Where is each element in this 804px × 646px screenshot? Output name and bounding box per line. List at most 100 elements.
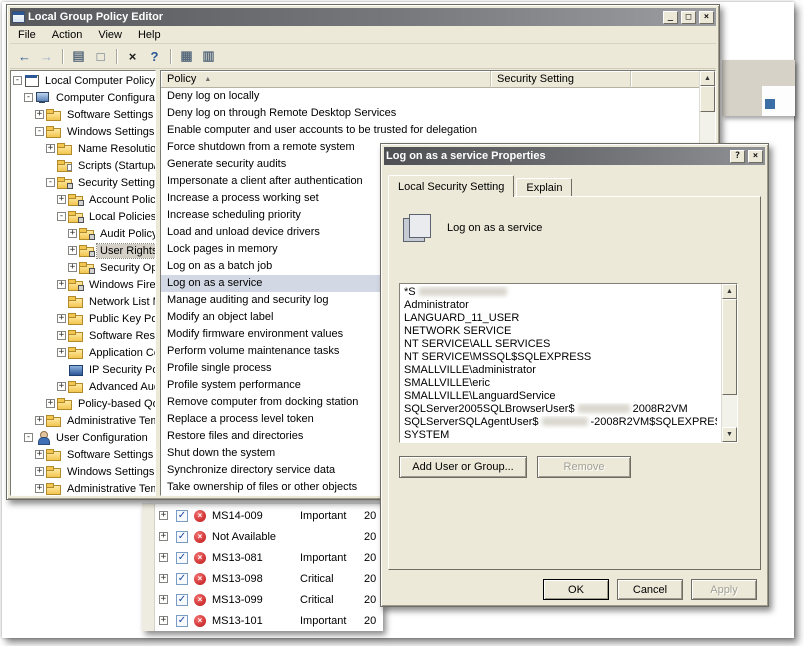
patch-row[interactable]: +✓×MS13-081Important20: [155, 547, 383, 568]
account-item[interactable]: SYSTEM: [404, 429, 717, 442]
remove-button[interactable]: Remove: [537, 456, 631, 478]
account-list-scrollbar[interactable]: ▲ ▼: [721, 284, 737, 442]
policy-row[interactable]: Deny log on locally: [161, 88, 699, 105]
expand-plus-icon[interactable]: +: [68, 263, 77, 272]
account-item[interactable]: SMALLVILLE\administrator: [404, 364, 717, 377]
tree-item[interactable]: +User Rights Assignment: [11, 242, 155, 259]
expand-plus-icon[interactable]: +: [35, 416, 44, 425]
expand-plus-icon[interactable]: +: [57, 195, 66, 204]
minimize-button[interactable]: _: [663, 11, 678, 24]
tab-local-security-setting[interactable]: Local Security Setting: [388, 175, 514, 197]
dialog-titlebar[interactable]: Log on as a service Properties ? ×: [384, 147, 765, 165]
checkbox-checked-icon[interactable]: ✓: [176, 594, 188, 606]
tree-item[interactable]: +Windows Settings: [11, 463, 155, 480]
tree-item[interactable]: +Account Policies: [11, 191, 155, 208]
dialog-close-button[interactable]: ×: [748, 150, 763, 163]
list-view-icon[interactable]: ▦: [177, 47, 196, 65]
expand-plus-icon[interactable]: +: [68, 229, 77, 238]
expand-plus-icon[interactable]: +: [57, 382, 66, 391]
menu-view[interactable]: View: [90, 27, 130, 43]
expand-plus-icon[interactable]: +: [159, 532, 168, 541]
checkbox-checked-icon[interactable]: ✓: [176, 531, 188, 543]
expand-plus-icon[interactable]: +: [35, 450, 44, 459]
scroll-thumb[interactable]: [722, 299, 737, 395]
collapse-minus-icon[interactable]: -: [13, 76, 22, 85]
tree-item[interactable]: +Windows Firewall with Advanced Security: [11, 276, 155, 293]
expand-plus-icon[interactable]: +: [57, 314, 66, 323]
dialog-help-button[interactable]: ?: [730, 150, 745, 163]
maximize-button[interactable]: □: [681, 11, 696, 24]
menu-help[interactable]: Help: [130, 27, 169, 43]
expand-plus-icon[interactable]: +: [57, 280, 66, 289]
tree-item[interactable]: +Audit Policy: [11, 225, 155, 242]
patch-row[interactable]: +✓×MS13-101Important20: [155, 610, 383, 631]
apply-button[interactable]: Apply: [691, 579, 757, 600]
account-item[interactable]: SQLServerSQLAgentUser$-2008R2VM$SQLEXPRE…: [404, 416, 717, 429]
expand-plus-icon[interactable]: +: [159, 574, 168, 583]
back-icon[interactable]: ←: [15, 47, 34, 65]
patch-row[interactable]: +✓×MS14-009Important20: [155, 505, 383, 526]
collapse-minus-icon[interactable]: -: [24, 433, 33, 442]
expand-plus-icon[interactable]: +: [159, 511, 168, 520]
tree-item[interactable]: -Local Policies: [11, 208, 155, 225]
account-item[interactable]: NETWORK SERVICE: [404, 325, 717, 338]
expand-plus-icon[interactable]: +: [159, 595, 168, 604]
collapse-minus-icon[interactable]: -: [35, 127, 44, 136]
tab-explain[interactable]: Explain: [516, 178, 572, 196]
account-item[interactable]: NT SERVICE\ALL SERVICES: [404, 338, 717, 351]
collapse-minus-icon[interactable]: -: [46, 178, 55, 187]
tree-item[interactable]: +Administrative Templates: [11, 480, 155, 496]
tree-item[interactable]: IP Security Policies on Local Computer: [11, 361, 155, 378]
tree-item[interactable]: +Software Settings: [11, 106, 155, 123]
patch-row[interactable]: +✓×MS13-099Critical20: [155, 589, 383, 610]
account-item[interactable]: LANGUARD_11_USER: [404, 312, 717, 325]
checkbox-checked-icon[interactable]: ✓: [176, 573, 188, 585]
collapse-minus-icon[interactable]: -: [57, 212, 66, 221]
tree-item[interactable]: +Name Resolution Policy: [11, 140, 155, 157]
account-item[interactable]: Administrator: [404, 299, 717, 312]
checkbox-checked-icon[interactable]: ✓: [176, 552, 188, 564]
tree-item[interactable]: -Windows Settings: [11, 123, 155, 140]
cancel-button[interactable]: Cancel: [617, 579, 683, 600]
collapse-minus-icon[interactable]: -: [24, 93, 33, 102]
tree-item[interactable]: +Security Options: [11, 259, 155, 276]
expand-plus-icon[interactable]: +: [46, 144, 55, 153]
menu-action[interactable]: Action: [44, 27, 91, 43]
show-console-tree-icon[interactable]: □: [91, 47, 110, 65]
column-header-security-setting[interactable]: Security Setting: [491, 71, 631, 88]
forward-icon[interactable]: →: [37, 47, 56, 65]
scroll-up-icon[interactable]: ▲: [722, 284, 737, 299]
checkbox-checked-icon[interactable]: ✓: [176, 615, 188, 627]
tree-item[interactable]: +Software Settings: [11, 446, 155, 463]
main-titlebar[interactable]: Local Group Policy Editor _ □ ×: [10, 8, 716, 26]
tree-item[interactable]: +Public Key Policies: [11, 310, 155, 327]
export-list-icon[interactable]: ▤: [69, 47, 88, 65]
tree-item[interactable]: +Software Restriction Policies: [11, 327, 155, 344]
tree-item[interactable]: -Computer Configuration: [11, 89, 155, 106]
expand-plus-icon[interactable]: +: [35, 484, 44, 493]
tree-item[interactable]: +Policy-based QoS: [11, 395, 155, 412]
scroll-thumb[interactable]: [700, 86, 715, 112]
patch-scrollbar[interactable]: [142, 504, 155, 631]
expand-plus-icon[interactable]: +: [35, 110, 44, 119]
scroll-down-icon[interactable]: ▼: [722, 427, 737, 442]
tree-item[interactable]: +Advanced Audit Policy Configuration: [11, 378, 155, 395]
tree-item[interactable]: -Local Computer Policy: [11, 72, 155, 89]
account-item[interactable]: NT SERVICE\MSSQL$SQLEXPRESS: [404, 351, 717, 364]
policy-row[interactable]: Enable computer and user accounts to be …: [161, 122, 699, 139]
expand-plus-icon[interactable]: +: [57, 331, 66, 340]
delete-icon[interactable]: ×: [123, 47, 142, 65]
policy-row[interactable]: Deny log on through Remote Desktop Servi…: [161, 105, 699, 122]
tree-item[interactable]: -Security Settings: [11, 174, 155, 191]
menu-file[interactable]: File: [10, 27, 44, 43]
account-list[interactable]: *SAdministratorLANGUARD_11_USERNETWORK S…: [400, 284, 721, 442]
ok-button[interactable]: OK: [543, 579, 609, 600]
help-icon[interactable]: ?: [145, 47, 164, 65]
expand-plus-icon[interactable]: +: [35, 467, 44, 476]
checkbox-checked-icon[interactable]: ✓: [176, 510, 188, 522]
scroll-track[interactable]: [722, 395, 737, 427]
expand-plus-icon[interactable]: +: [159, 553, 168, 562]
tree-item[interactable]: +Application Control Policies: [11, 344, 155, 361]
tree-item[interactable]: Scripts (Startup/Shutdown): [11, 157, 155, 174]
close-button[interactable]: ×: [699, 11, 714, 24]
